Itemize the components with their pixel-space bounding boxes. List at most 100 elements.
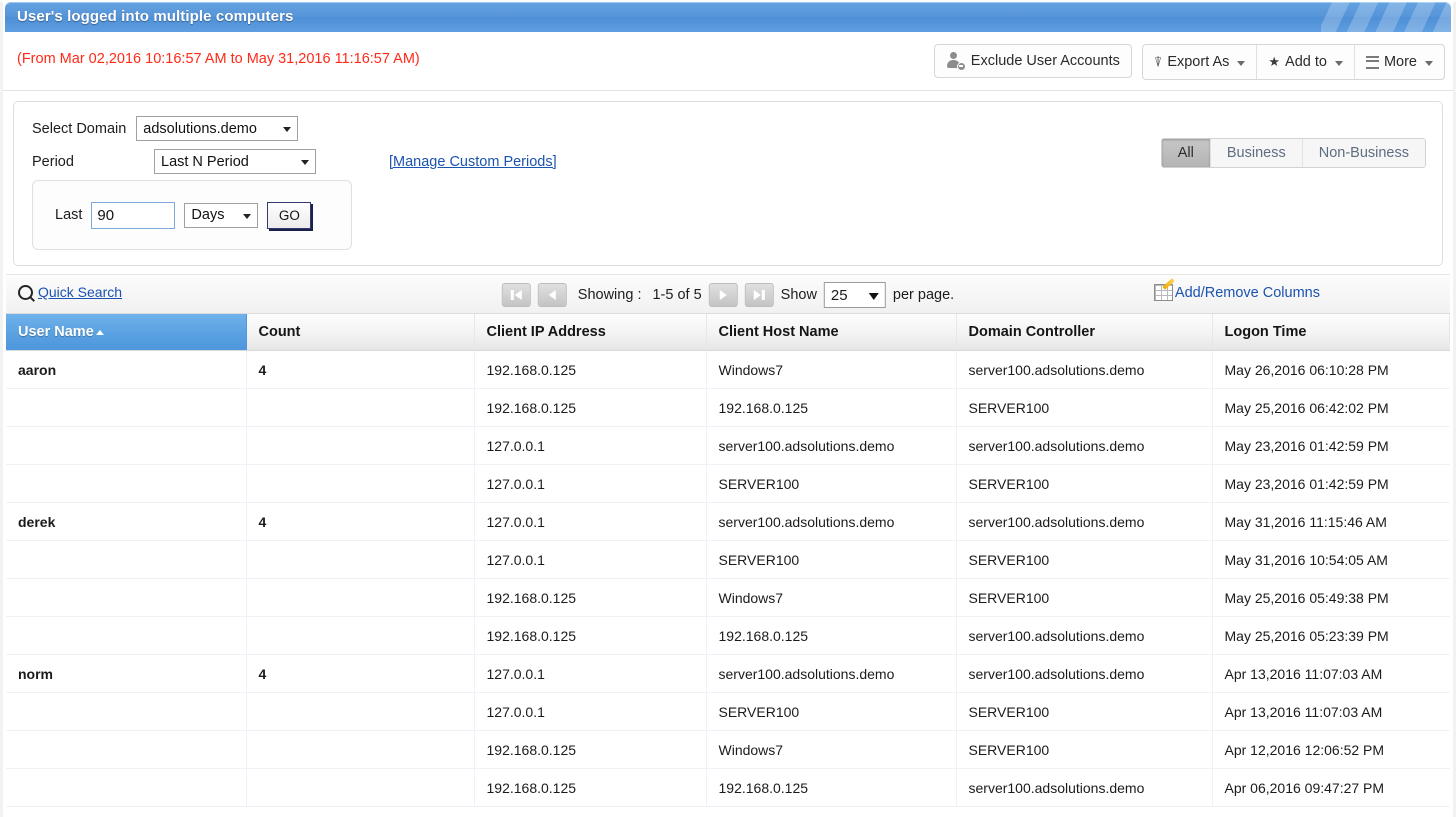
cell-logon-time: Apr 13,2016 11:07:03 AM: [1212, 692, 1450, 731]
cell-client-ip-address: 127.0.0.1: [474, 502, 707, 541]
cell-client-ip-address: 192.168.0.125: [474, 578, 707, 617]
cell-client-ip-address: 127.0.0.1: [474, 540, 707, 579]
add-remove-columns-button[interactable]: Add/Remove Columns: [1153, 284, 1320, 301]
column-header-count[interactable]: Count: [246, 314, 475, 351]
cell-logon-time: May 31,2016 11:15:46 AM: [1212, 502, 1450, 541]
period-unit-dropdown[interactable]: Days: [184, 202, 259, 228]
table-row[interactable]: 192.168.0.125 Windows7 SERVER100 Apr 12,201…: [6, 730, 1450, 769]
cell-client-ip-address: 127.0.0.1: [474, 654, 707, 693]
table-header-row: User Name Count Client IP Address Client…: [6, 314, 1450, 351]
cell-domain-controller: SERVER100: [956, 730, 1213, 769]
select-domain-value: adsolutions.demo: [143, 120, 257, 137]
cell-client-ip-address: 192.168.0.125: [474, 388, 707, 427]
grid-pencil-icon: [1153, 284, 1173, 301]
cell-logon-time: May 25,2016 05:23:39 PM: [1212, 616, 1450, 655]
table-row[interactable]: 127.0.0.1 SERVER100 SERVER100 May 23,2016 0…: [6, 464, 1450, 503]
page-title: User's logged into multiple computers: [17, 8, 294, 25]
cell-client-host-name: 192.168.0.125: [706, 616, 957, 655]
cell-domain-controller: SERVER100: [956, 388, 1213, 427]
cell-client-host-name: 192.168.0.125: [706, 768, 957, 807]
table-row[interactable]: 192.168.0.125 192.168.0.125 SERVER100 May 2…: [6, 388, 1450, 427]
column-header-domain-controller[interactable]: Domain Controller: [956, 314, 1213, 351]
cell-user-name: norm: [6, 654, 247, 693]
table-body: aaron 4 192.168.0.125 Windows7 server100.ads…: [6, 350, 1450, 807]
per-page-dropdown[interactable]: 25: [823, 282, 886, 308]
cell-domain-controller: SERVER100: [956, 540, 1213, 579]
chevron-down-icon: [301, 160, 309, 165]
cell-client-host-name: Windows7: [706, 730, 957, 769]
table-row[interactable]: 127.0.0.1 SERVER100 SERVER100 Apr 13,2016 1…: [6, 692, 1450, 731]
cell-logon-time: May 23,2016 01:42:59 PM: [1212, 426, 1450, 465]
next-page-button[interactable]: [708, 283, 738, 307]
cell-user-name: derek: [6, 502, 247, 541]
column-header-client-ip-address[interactable]: Client IP Address: [474, 314, 707, 351]
go-button[interactable]: GO: [267, 201, 312, 229]
table-row[interactable]: 127.0.0.1 SERVER100 SERVER100 May 31,2016 1…: [6, 540, 1450, 579]
domain-filter-row: Select Domain adsolutions.demo: [32, 116, 299, 141]
table-row[interactable]: 127.0.0.1 server100.adsolutions.demo serve…: [6, 426, 1450, 465]
cell-count: [246, 578, 475, 617]
more-label: More: [1383, 54, 1417, 70]
cell-client-host-name: server100.adsolutions.demo: [706, 502, 957, 541]
period-dropdown[interactable]: Last N Period: [154, 149, 316, 174]
cell-client-host-name: SERVER100: [706, 540, 957, 579]
cell-count: [246, 730, 475, 769]
table-row[interactable]: 192.168.0.125 192.168.0.125 server100.adso…: [6, 616, 1450, 655]
cell-logon-time: Apr 12,2016 12:06:52 PM: [1212, 730, 1450, 769]
column-header-user-name[interactable]: User Name: [6, 314, 247, 351]
chevron-down-icon: [1237, 60, 1246, 66]
table-row[interactable]: 192.168.0.125 192.168.0.125 server100.adso…: [6, 768, 1450, 807]
table-row[interactable]: derek 4 127.0.0.1 server100.adsolutions.dem…: [6, 502, 1450, 541]
cell-client-host-name: Windows7: [706, 578, 957, 617]
manage-custom-periods-link[interactable]: [Manage Custom Periods]: [389, 154, 557, 170]
last-n-input[interactable]: [91, 201, 176, 229]
cell-domain-controller: server100.adsolutions.demo: [956, 502, 1213, 541]
showing-range: 1-5 of 5: [652, 287, 702, 303]
per-page-suffix: per page.: [892, 287, 955, 303]
quick-search-button[interactable]: Quick Search: [18, 284, 122, 300]
header-button-group: ⍒ Export As ★ Add to More: [1141, 44, 1445, 80]
cell-count: [246, 768, 475, 807]
sort-ascending-icon: [95, 330, 104, 335]
cell-domain-controller: server100.adsolutions.demo: [956, 350, 1213, 389]
chevron-down-icon: [1425, 60, 1433, 66]
last-page-button[interactable]: [744, 283, 774, 307]
add-to-label: Add to: [1285, 54, 1327, 70]
select-domain-dropdown[interactable]: adsolutions.demo: [136, 116, 299, 141]
first-page-button[interactable]: [501, 283, 531, 307]
cell-client-ip-address: 192.168.0.125: [474, 616, 707, 655]
more-button[interactable]: More: [1355, 45, 1444, 79]
date-range-text: (From Mar 02,2016 10:16:57 AM to May 31,…: [17, 51, 420, 67]
column-header-logon-time[interactable]: Logon Time: [1212, 314, 1450, 351]
quick-search-label: Quick Search: [38, 284, 123, 300]
chevron-down-icon: [868, 292, 879, 300]
table-row[interactable]: 192.168.0.125 Windows7 SERVER100 May 25,201…: [6, 578, 1450, 617]
cell-count: 4: [246, 654, 475, 693]
segment-business[interactable]: Business: [1210, 139, 1303, 167]
segment-all[interactable]: All: [1161, 139, 1211, 167]
table-row[interactable]: norm 4 127.0.0.1 server100.adsolutions.demo…: [6, 654, 1450, 693]
cell-count: [246, 616, 475, 655]
segment-non-business[interactable]: Non-Business: [1302, 139, 1425, 167]
table-row[interactable]: aaron 4 192.168.0.125 Windows7 server100.ads…: [6, 350, 1450, 389]
add-to-button[interactable]: ★ Add to: [1257, 45, 1355, 79]
cell-logon-time: May 23,2016 01:42:59 PM: [1212, 464, 1450, 503]
export-as-button[interactable]: ⍒ Export As: [1143, 45, 1258, 79]
column-header-client-host-name[interactable]: Client Host Name: [706, 314, 957, 351]
cell-client-host-name: Windows7: [706, 350, 957, 389]
exclude-user-accounts-button[interactable]: Exclude User Accounts: [933, 44, 1132, 78]
period-unit-value: Days: [191, 207, 225, 223]
previous-page-button[interactable]: [537, 283, 567, 307]
cell-count: [246, 464, 475, 503]
cell-user-name: [6, 730, 247, 769]
search-icon: [18, 284, 33, 300]
period-value: Last N Period: [161, 153, 249, 170]
cell-domain-controller: server100.adsolutions.demo: [956, 616, 1213, 655]
report-header-band: (From Mar 02,2016 10:16:57 AM to May 31,…: [3, 32, 1453, 91]
cell-user-name: [6, 464, 247, 503]
cell-client-ip-address: 192.168.0.125: [474, 730, 707, 769]
cell-logon-time: Apr 06,2016 09:47:27 PM: [1212, 768, 1450, 807]
filter-panel-wrapper: Select Domain adsolutions.demo Period La…: [3, 91, 1453, 274]
cell-client-ip-address: 192.168.0.125: [474, 768, 707, 807]
cell-client-host-name: 192.168.0.125: [706, 388, 957, 427]
